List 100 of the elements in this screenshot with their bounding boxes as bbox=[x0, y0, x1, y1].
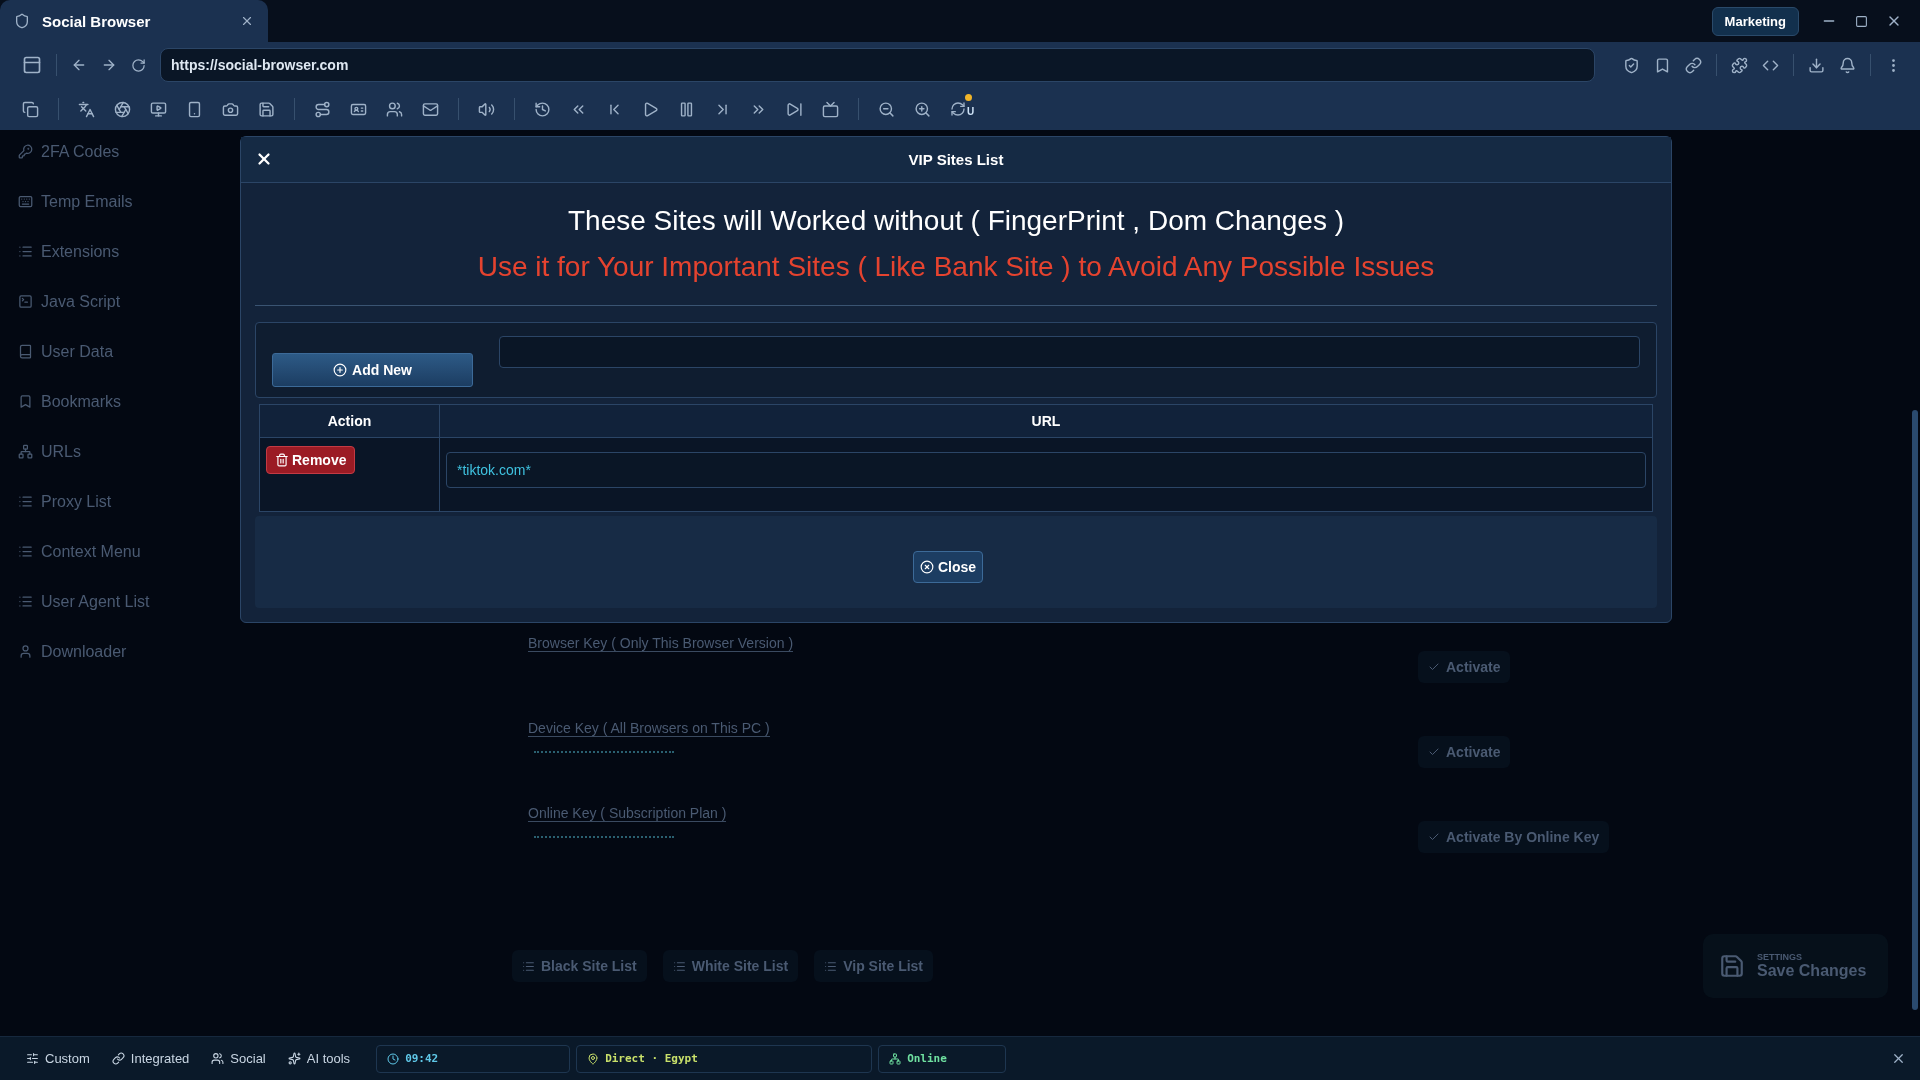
connection-pill: Online bbox=[878, 1044, 1007, 1073]
close-icon[interactable] bbox=[1891, 1051, 1906, 1066]
mode-tab[interactable]: Social bbox=[211, 1051, 266, 1066]
remove-button[interactable]: Remove bbox=[266, 446, 356, 474]
users-icon[interactable] bbox=[386, 100, 403, 118]
skip-forward-icon[interactable] bbox=[786, 100, 803, 118]
address-bar[interactable]: https://social-browser.com bbox=[160, 48, 1595, 82]
pause-icon[interactable] bbox=[678, 100, 695, 118]
list-icon bbox=[672, 959, 686, 973]
camera-icon[interactable] bbox=[222, 100, 239, 118]
sidebar-icon bbox=[18, 594, 33, 609]
route-icon[interactable] bbox=[314, 100, 331, 118]
dialog-title: VIP Sites List bbox=[908, 151, 1004, 168]
translate-icon[interactable] bbox=[78, 100, 95, 118]
list-icon bbox=[824, 959, 838, 973]
site-list-button[interactable]: Black Site List bbox=[512, 950, 647, 982]
save-changes-button[interactable]: SETTINGS Save Changes bbox=[1703, 934, 1888, 998]
sidebar-item[interactable]: Bookmarks bbox=[41, 392, 122, 411]
activate-button[interactable]: Activate bbox=[1418, 736, 1511, 768]
check-icon bbox=[1428, 746, 1440, 758]
zoom-out-icon[interactable] bbox=[878, 100, 895, 118]
mode-tab[interactable]: Integrated bbox=[111, 1051, 190, 1066]
site-list-button[interactable]: White Site List bbox=[662, 950, 799, 982]
route-pill: Direct · Egypt bbox=[576, 1044, 873, 1073]
sidebar-item[interactable]: Extensions bbox=[41, 242, 120, 261]
mode-icon bbox=[111, 1052, 125, 1065]
url-input-field[interactable] bbox=[499, 336, 1640, 368]
check-icon bbox=[1428, 661, 1440, 673]
plus-icon bbox=[333, 363, 348, 377]
close-button[interactable]: Close bbox=[912, 551, 984, 583]
notification-dot bbox=[965, 94, 972, 101]
sidebar-icon bbox=[18, 494, 33, 509]
back-icon[interactable] bbox=[71, 57, 87, 73]
sidebar-icon bbox=[18, 544, 33, 559]
scrollbar[interactable] bbox=[1912, 410, 1918, 1010]
mode-tab[interactable]: Custom bbox=[26, 1051, 90, 1066]
sidebar-item[interactable]: URLs bbox=[41, 442, 81, 461]
app-logo-icon bbox=[14, 13, 30, 29]
close-icon[interactable] bbox=[240, 14, 254, 28]
mail-icon[interactable] bbox=[422, 100, 439, 118]
link-icon[interactable] bbox=[1685, 56, 1702, 74]
tab-title: Social Browser bbox=[42, 12, 152, 30]
bookmark-icon[interactable] bbox=[1654, 56, 1671, 74]
history-icon[interactable] bbox=[534, 100, 551, 118]
sidebar-item[interactable]: Temp Emails bbox=[41, 192, 133, 211]
puzzle-icon[interactable] bbox=[1731, 56, 1748, 74]
url-field[interactable]: *tiktok.com* bbox=[446, 452, 1646, 488]
monitor-icon[interactable] bbox=[150, 100, 167, 118]
mode-icon bbox=[26, 1052, 39, 1065]
bell-icon[interactable] bbox=[1839, 56, 1856, 74]
column-header: URL bbox=[439, 404, 1653, 438]
sidebar-item[interactable]: 2FA Codes bbox=[41, 142, 120, 161]
sync-icon[interactable] bbox=[950, 101, 966, 117]
site-list-button[interactable]: Vip Site List bbox=[814, 950, 934, 982]
mode-icon bbox=[211, 1052, 225, 1065]
warning-text: Use it for Your Important Sites ( Like Bank Site ) to Avoid Any Possible Issues bbox=[476, 251, 1436, 283]
map-pin-icon bbox=[587, 1052, 600, 1065]
sidebar-item[interactable]: Context Menu bbox=[41, 542, 141, 561]
trash-icon bbox=[275, 453, 289, 467]
sidebar-item[interactable]: Proxy List bbox=[41, 492, 112, 511]
column-header: Action bbox=[259, 404, 440, 438]
maximize-icon[interactable] bbox=[1855, 14, 1868, 28]
reload-icon[interactable] bbox=[131, 57, 146, 73]
sidebar-toggle-icon[interactable] bbox=[22, 55, 42, 75]
volume-icon[interactable] bbox=[478, 100, 495, 118]
smartphone-icon[interactable] bbox=[186, 100, 203, 118]
activate-button[interactable]: Activate By Online Key bbox=[1418, 821, 1610, 853]
sidebar-icon bbox=[18, 194, 33, 209]
download-icon[interactable] bbox=[1808, 56, 1825, 74]
sidebar-icon bbox=[18, 644, 33, 659]
badge-letter: U bbox=[967, 105, 975, 117]
save-icon bbox=[1719, 953, 1745, 979]
clock-icon bbox=[387, 1052, 400, 1065]
sidebar-icon bbox=[18, 144, 33, 159]
sidebar-item[interactable]: Java Script bbox=[41, 292, 121, 311]
sidebar-item[interactable]: User Agent List bbox=[41, 592, 150, 611]
list-icon bbox=[522, 959, 535, 973]
zoom-in-icon[interactable] bbox=[914, 100, 931, 118]
sidebar-item[interactable]: Downloader bbox=[41, 642, 127, 661]
save-icon[interactable] bbox=[258, 100, 275, 118]
key-label: Browser Key ( Only This Browser Version ) bbox=[528, 635, 794, 652]
sidebar-icon bbox=[18, 344, 33, 359]
profile-badge[interactable]: Marketing bbox=[1711, 6, 1799, 36]
mode-icon bbox=[287, 1052, 301, 1065]
activate-button[interactable]: Activate bbox=[1418, 651, 1511, 683]
mode-tab[interactable]: AI tools bbox=[287, 1051, 351, 1066]
forward-icon[interactable] bbox=[101, 57, 117, 73]
copy-icon[interactable] bbox=[22, 100, 39, 118]
network-icon bbox=[889, 1052, 902, 1065]
tv-icon[interactable] bbox=[822, 100, 839, 118]
key-label: Online Key ( Subscription Plan ) bbox=[528, 805, 727, 822]
sidebar-icon bbox=[18, 294, 33, 309]
shield-check-icon[interactable] bbox=[1623, 56, 1640, 74]
play-icon[interactable] bbox=[642, 100, 659, 118]
add-new-button[interactable]: Add New bbox=[272, 353, 473, 387]
save-caption: SETTINGS bbox=[1757, 952, 1803, 962]
sidebar-item[interactable]: User Data bbox=[41, 342, 114, 361]
sidebar-icon bbox=[18, 444, 33, 459]
clock-pill: 09:42 bbox=[376, 1044, 571, 1073]
aperture-icon[interactable] bbox=[114, 100, 131, 118]
